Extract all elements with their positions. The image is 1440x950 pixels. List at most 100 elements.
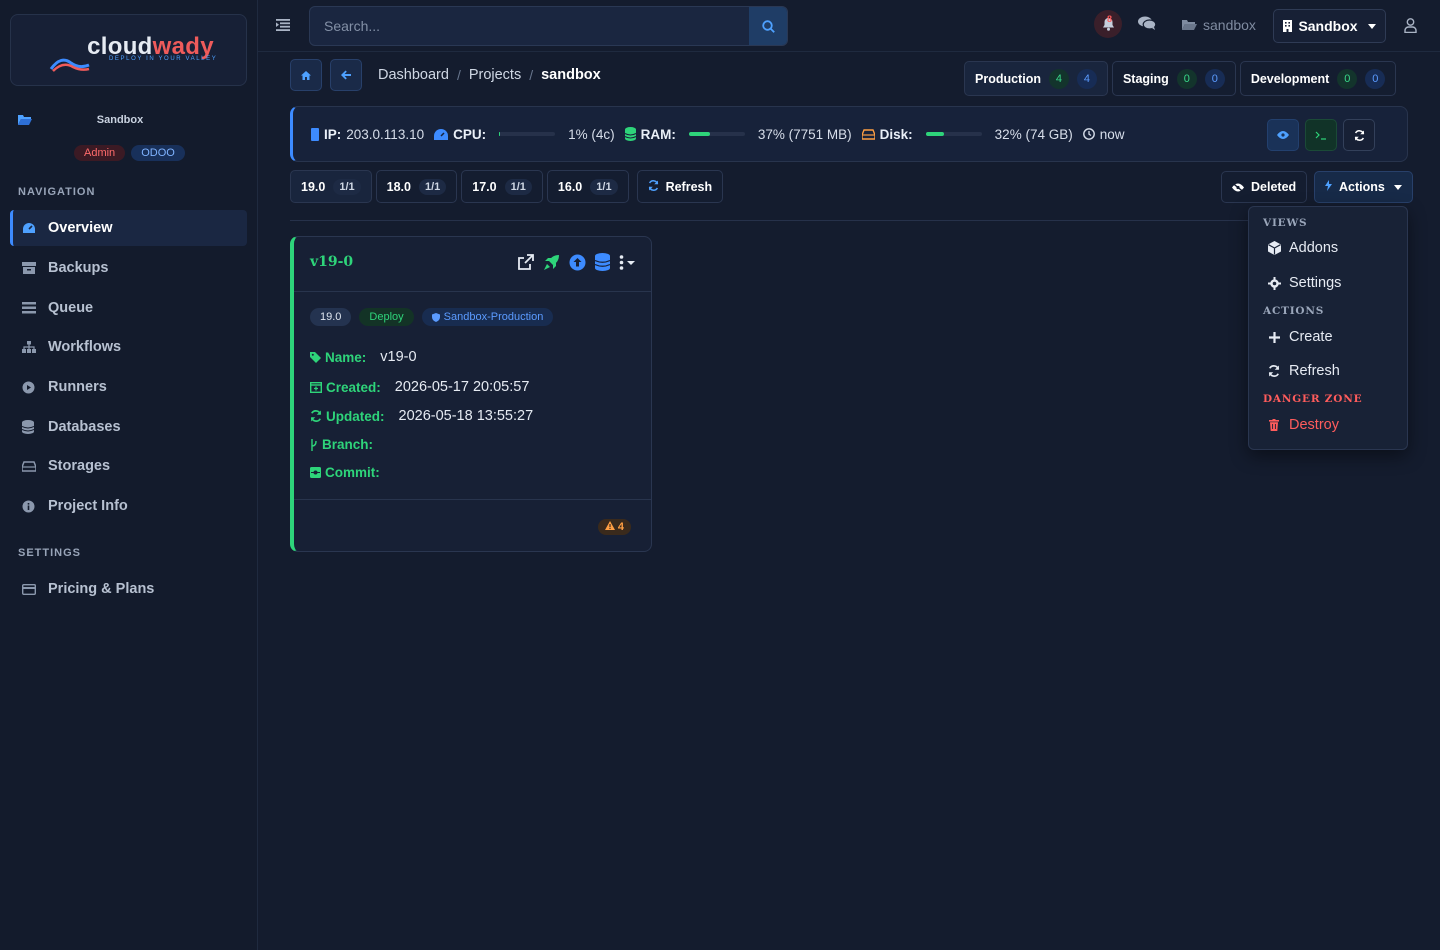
menu-item-destroy[interactable]: Destroy bbox=[1267, 417, 1339, 433]
refresh-button-label: Refresh bbox=[665, 179, 713, 194]
sidebar-item-label: Project Info bbox=[48, 498, 128, 514]
warning-count: 4 bbox=[617, 521, 624, 533]
menu-item-refresh[interactable]: Refresh bbox=[1267, 363, 1340, 379]
stat-ram: RAM: 37% (7751 MB) bbox=[624, 126, 852, 142]
version-tab-17[interactable]: 17.0 1/1 bbox=[461, 170, 543, 203]
sidebar-item-label: Databases bbox=[48, 419, 121, 435]
version-tab-19[interactable]: 19.0 1/1 bbox=[290, 170, 372, 203]
terminal-button[interactable] bbox=[1305, 119, 1337, 151]
sidebar-item-label: Backups bbox=[48, 260, 109, 276]
disk-bar bbox=[925, 132, 982, 136]
sidebar-item-databases[interactable]: Databases bbox=[10, 409, 247, 445]
divider bbox=[290, 220, 1250, 221]
instance-title[interactable]: v19-0 bbox=[310, 254, 353, 270]
ram-bar bbox=[688, 132, 745, 136]
env-tab-production[interactable]: Production 4 4 bbox=[964, 61, 1108, 96]
ip-label: IP: bbox=[324, 126, 342, 142]
sidebar-item-label: Runners bbox=[48, 379, 107, 395]
view-stats-button[interactable] bbox=[1267, 119, 1299, 151]
environment-tabs: Production 4 4 Staging 0 0 Development 0 0 bbox=[964, 61, 1397, 96]
sandbox-link-label: sandbox bbox=[1203, 17, 1256, 33]
sandbox-link[interactable]: sandbox bbox=[1182, 17, 1256, 33]
instance-card: v19-0 19.0 Deploy Sandbox-Production Nam… bbox=[290, 236, 652, 552]
hdd-icon bbox=[861, 128, 875, 140]
env-tab-development[interactable]: Development 0 0 bbox=[1239, 61, 1397, 96]
version-ratio: 1/1 bbox=[590, 178, 618, 195]
search-input[interactable] bbox=[310, 7, 749, 45]
field-created: Created: 2026-05-17 20:05:57 bbox=[310, 379, 529, 395]
clock-icon bbox=[1082, 128, 1095, 140]
info-icon bbox=[22, 500, 48, 513]
menu-item-addons[interactable]: Addons bbox=[1267, 240, 1338, 256]
stat-disk: Disk: 32% (74 GB) bbox=[861, 127, 1073, 142]
home-button[interactable] bbox=[290, 59, 322, 91]
sync-icon bbox=[1354, 129, 1364, 141]
deleted-button-label: Deleted bbox=[1251, 180, 1297, 194]
menu-item-create[interactable]: Create bbox=[1267, 329, 1333, 345]
back-button[interactable] bbox=[330, 59, 362, 91]
version-ratio: 1/1 bbox=[504, 178, 532, 195]
refresh-button[interactable]: Refresh bbox=[636, 170, 724, 203]
sidebar-item-overview[interactable]: Overview bbox=[10, 210, 247, 246]
rocket-icon[interactable] bbox=[543, 254, 560, 271]
database-icon bbox=[624, 127, 636, 141]
server-icon bbox=[311, 127, 319, 141]
search-button[interactable] bbox=[749, 7, 787, 45]
field-branch: Branch: bbox=[310, 437, 387, 452]
field-name: Name: v19-0 bbox=[310, 349, 417, 365]
sync-icon bbox=[310, 410, 322, 422]
actions-button-label: Actions bbox=[1339, 180, 1385, 194]
version-tab-18[interactable]: 18.0 1/1 bbox=[375, 170, 458, 203]
plus-icon bbox=[1267, 331, 1281, 343]
actions-button[interactable]: Actions bbox=[1314, 171, 1413, 203]
menu-toggle-icon[interactable] bbox=[276, 18, 290, 34]
environment-selector[interactable]: Sandbox bbox=[1273, 9, 1386, 43]
sidebar-item-pricing[interactable]: Pricing & Plans bbox=[10, 571, 247, 607]
stat-cpu: CPU: 1% (4c) bbox=[434, 127, 615, 142]
field-value: 2026-05-18 13:55:27 bbox=[398, 408, 534, 424]
project-name: Sandbox bbox=[96, 114, 144, 126]
brand-tagline: DEPLOY IN YOUR VALLEY bbox=[109, 56, 218, 62]
upload-circle-icon[interactable] bbox=[569, 254, 586, 271]
sidebar-item-runners[interactable]: Runners bbox=[10, 369, 247, 405]
external-link-icon[interactable] bbox=[517, 253, 534, 271]
dashboard-icon bbox=[22, 222, 48, 234]
env-tab-label: Development bbox=[1250, 71, 1330, 86]
sidebar-item-workflows[interactable]: Workflows bbox=[10, 329, 247, 365]
env-green-count: 0 bbox=[1337, 68, 1358, 89]
stats-actions bbox=[1267, 119, 1375, 151]
chat-icon[interactable] bbox=[1138, 16, 1157, 33]
field-value: v19-0 bbox=[380, 349, 417, 365]
ram-value: 37% (7751 MB) bbox=[757, 126, 852, 142]
credit-card-icon bbox=[22, 583, 48, 595]
sidebar-item-project-info[interactable]: Project Info bbox=[10, 488, 247, 524]
more-vertical-icon[interactable] bbox=[619, 254, 635, 270]
eye-slash-icon bbox=[1232, 182, 1244, 192]
warning-badge[interactable]: 4 bbox=[597, 519, 631, 535]
odoo-badge: ODOO bbox=[131, 145, 185, 161]
breadcrumb-dashboard[interactable]: Dashboard bbox=[378, 67, 449, 83]
database-icon[interactable] bbox=[595, 253, 610, 271]
sidebar-item-backups[interactable]: Backups bbox=[10, 250, 247, 286]
cpu-label: CPU: bbox=[453, 126, 487, 142]
version-label: 19.0 bbox=[301, 179, 326, 194]
deleted-button[interactable]: Deleted bbox=[1221, 171, 1308, 203]
sidebar-item-storages[interactable]: Storages bbox=[10, 448, 247, 484]
disk-bar-fill bbox=[925, 132, 944, 136]
version-ratio: 1/1 bbox=[333, 178, 361, 195]
sidebar-item-label: Pricing & Plans bbox=[48, 581, 155, 597]
version-tab-16[interactable]: 16.0 1/1 bbox=[546, 170, 629, 203]
brand-logo[interactable]: cloudwady DEPLOY IN YOUR VALLEY bbox=[10, 14, 247, 86]
user-icon[interactable] bbox=[1404, 18, 1417, 36]
refresh-stats-button[interactable] bbox=[1343, 119, 1375, 151]
menu-item-settings[interactable]: Settings bbox=[1267, 275, 1341, 291]
sidebar-item-queue[interactable]: Queue bbox=[10, 290, 247, 326]
env-tab-staging[interactable]: Staging 0 0 bbox=[1111, 61, 1236, 96]
cloud-logo-icon bbox=[49, 58, 90, 72]
field-label: Name: bbox=[325, 349, 367, 365]
menu-item-label: Destroy bbox=[1289, 417, 1339, 433]
version-label: 16.0 bbox=[557, 179, 583, 194]
tag-icon bbox=[310, 351, 321, 363]
breadcrumb-separator: / bbox=[456, 67, 461, 83]
breadcrumb-projects[interactable]: Projects bbox=[469, 67, 521, 83]
